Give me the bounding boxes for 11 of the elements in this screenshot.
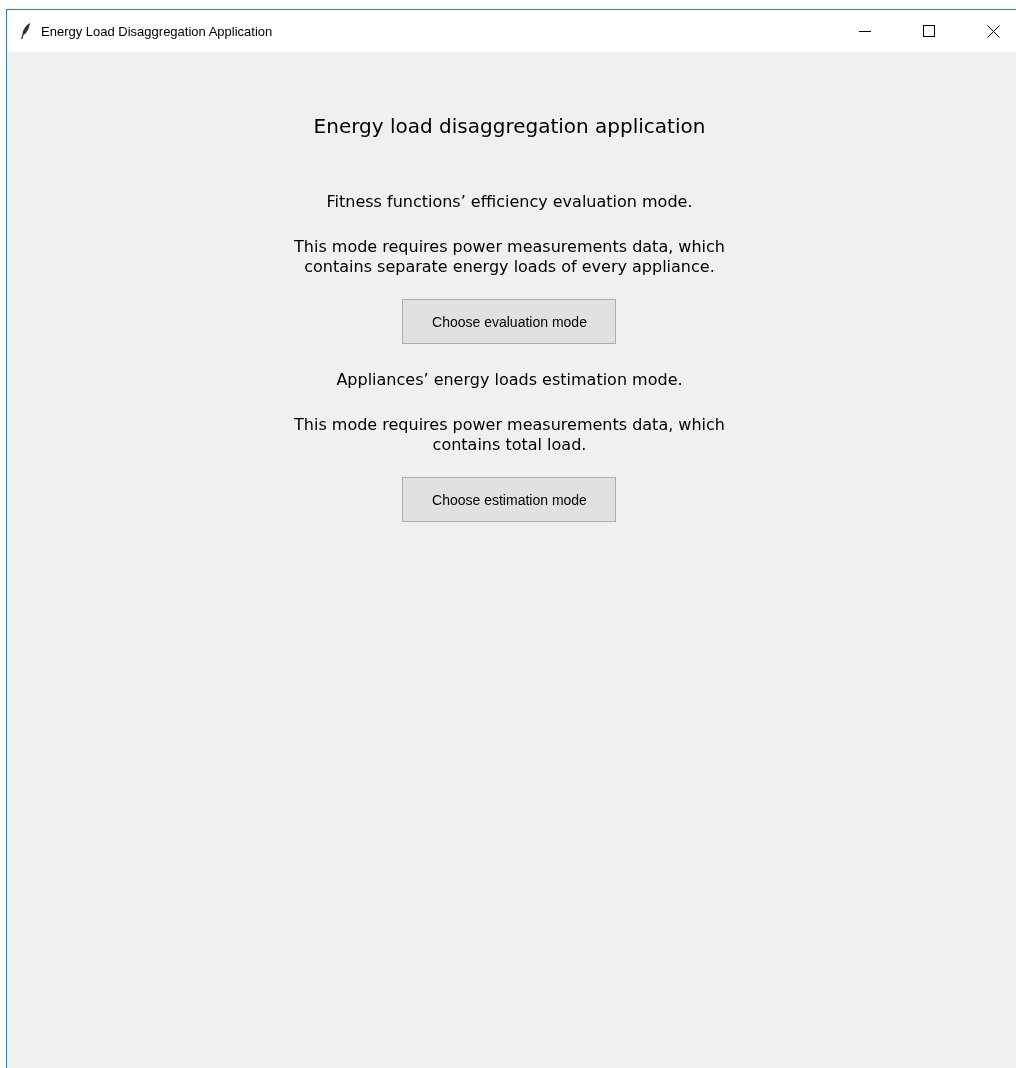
feather-icon — [21, 23, 31, 39]
close-icon — [986, 24, 1000, 38]
mode-title: Appliances’ energy loads estimation mode. — [336, 370, 683, 390]
mode-button[interactable]: Choose estimation mode — [402, 477, 617, 522]
maximize-icon — [923, 25, 935, 37]
mode-description: This mode requires power measurements data, which contains separate energy loads of every appliance. — [294, 237, 725, 277]
window-title: Energy Load Disaggregation Application — [41, 23, 274, 39]
mode-description: This mode requires power measurements data, which contains total load. — [294, 415, 725, 455]
mode-title: Fitness functions’ efficiency evaluation mode. — [326, 192, 693, 212]
page-heading: Energy load disaggregation application — [313, 114, 706, 138]
mode-button[interactable]: Choose evaluation mode — [402, 299, 617, 344]
